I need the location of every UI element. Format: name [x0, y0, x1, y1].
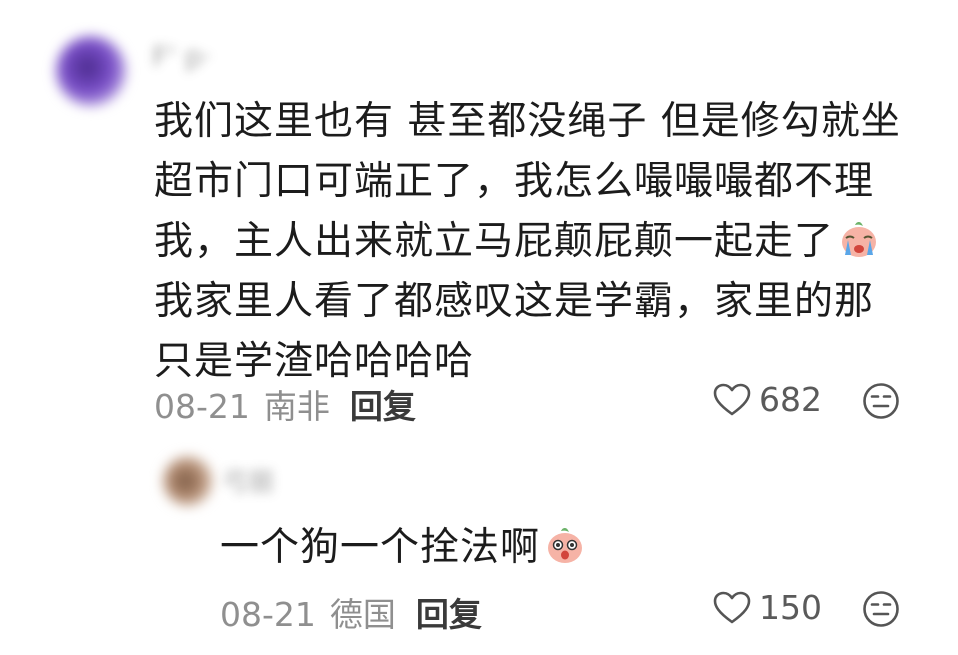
comment-line: 超市门口可端正了，我怎么嘬嘬嘬都不理	[154, 159, 875, 204]
comment-date: 08-21	[154, 387, 250, 426]
like-count: 150	[759, 588, 822, 627]
comment-text: 我们这里也有 甚至都没绳子 但是修勾就坐 超市门口可端正了，我怎么嘬嘬嘬都不理 …	[154, 92, 901, 392]
reply-button[interactable]: 回复	[350, 387, 416, 426]
like-button[interactable]: 150	[713, 588, 822, 627]
like-button[interactable]: 682	[713, 380, 822, 419]
comment-line: 我家里人看了都感叹这是学霸，家里的那	[154, 279, 875, 324]
comment-line-with-emoji: 我，主人出来就立马屁颠屁颠一起走了	[154, 212, 901, 272]
comment-text: 一个狗一个拴法啊	[220, 518, 586, 578]
shocked-emoji-icon	[548, 528, 583, 563]
author-name[interactable]: F' p·	[152, 40, 211, 73]
comment-line: 我，主人出来就立马屁颠屁颠一起走了	[154, 219, 835, 264]
avatar[interactable]	[163, 456, 213, 506]
like-count: 682	[759, 380, 822, 419]
reply-button[interactable]: 回复	[416, 595, 482, 634]
comment-location: 德国	[329, 595, 396, 634]
comment-line: 我们这里也有 甚至都没绳子 但是修勾就坐	[154, 99, 901, 144]
comment-date: 08-21	[220, 595, 316, 634]
crying-emoji-icon	[842, 222, 877, 257]
comment-location: 南非	[263, 387, 330, 426]
comment-meta: 08-21 德国 回复	[220, 588, 482, 636]
heart-outline-icon	[713, 383, 751, 415]
avatar[interactable]	[56, 36, 126, 106]
comment-line: 一个狗一个拴法啊	[220, 525, 541, 570]
neutral-face-icon[interactable]	[862, 590, 900, 628]
heart-outline-icon	[713, 591, 751, 623]
comment-meta: 08-21 南非 回复	[154, 380, 416, 428]
author-name[interactable]: 弓丽	[222, 462, 274, 499]
neutral-face-icon[interactable]	[862, 382, 900, 420]
